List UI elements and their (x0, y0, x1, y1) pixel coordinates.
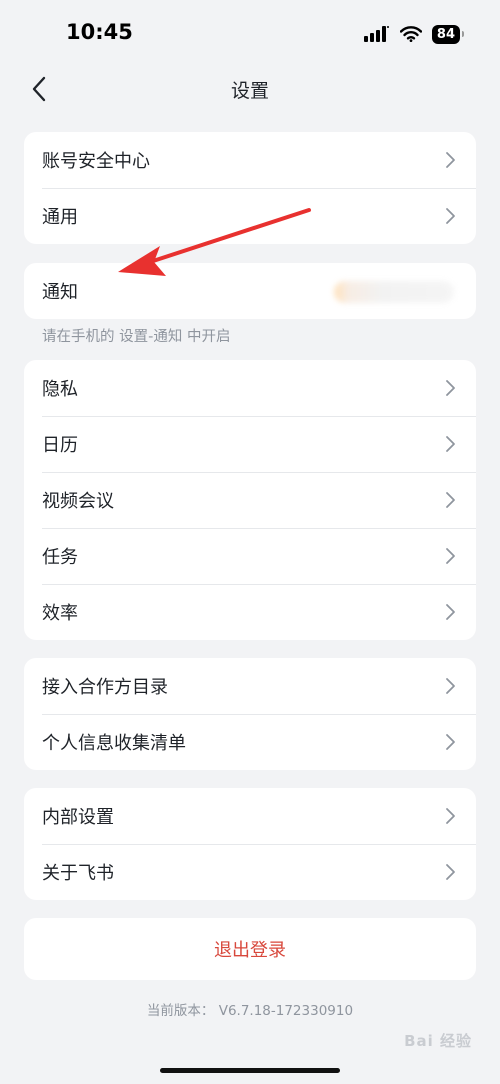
chevron-right-icon (446, 678, 455, 694)
settings-group-account: 账号安全中心 通用 (24, 132, 476, 244)
settings-item-efficiency[interactable]: 效率 (24, 584, 476, 640)
settings-item-label: 效率 (42, 603, 78, 624)
settings-item-calendar[interactable]: 日历 (24, 416, 476, 472)
settings-group-partners: 接入合作方目录 个人信息收集清单 (24, 658, 476, 770)
settings-item-personal-info-list[interactable]: 个人信息收集清单 (24, 714, 476, 770)
chevron-right-icon (446, 436, 455, 452)
chevron-right-icon (446, 208, 455, 224)
settings-item-label: 隐私 (42, 379, 78, 400)
nav-bar: 设置 (0, 64, 500, 114)
settings-item-account-security[interactable]: 账号安全中心 (24, 132, 476, 188)
settings-item-label: 视频会议 (42, 491, 114, 512)
chevron-right-icon (446, 808, 455, 824)
settings-group-notification: 通知 (24, 263, 476, 319)
wifi-icon (399, 26, 422, 42)
settings-item-partner-directory[interactable]: 接入合作方目录 (24, 658, 476, 714)
settings-item-general[interactable]: 通用 (24, 188, 476, 244)
settings-item-privacy[interactable]: 隐私 (24, 360, 476, 416)
settings-item-label: 内部设置 (42, 807, 114, 828)
settings-item-label: 接入合作方目录 (42, 677, 168, 698)
version-label: 当前版本： V6.7.18-172330910 (146, 1003, 354, 1019)
chevron-right-icon (446, 380, 455, 396)
watermark: Bai 经验 (404, 1032, 472, 1050)
settings-item-notification[interactable]: 通知 (24, 263, 476, 319)
settings-item-label: 关于飞书 (42, 863, 114, 884)
settings-item-internal-settings[interactable]: 内部设置 (24, 788, 476, 844)
settings-item-label: 个人信息收集清单 (42, 733, 186, 754)
settings-item-label: 通用 (42, 207, 78, 228)
status-icons: 84 (363, 22, 465, 46)
settings-group-features: 隐私 日历 视频会议 任务 效率 (24, 360, 476, 640)
chevron-right-icon (446, 492, 455, 508)
status-time: 10:45 (66, 20, 133, 44)
battery-indicator: 84 (431, 24, 465, 44)
logout-button[interactable]: 退出登录 (24, 918, 476, 980)
cellular-signal-icon (363, 26, 389, 42)
chevron-right-icon (446, 604, 455, 620)
settings-item-video-meeting[interactable]: 视频会议 (24, 472, 476, 528)
settings-item-label: 任务 (42, 547, 78, 568)
settings-item-label: 通知 (42, 282, 78, 303)
settings-item-tasks[interactable]: 任务 (24, 528, 476, 584)
settings-item-about[interactable]: 关于飞书 (24, 844, 476, 900)
notification-hint: 请在手机的 设置-通知 中开启 (42, 329, 231, 345)
chevron-right-icon (446, 548, 455, 564)
home-indicator (160, 1068, 340, 1073)
chevron-right-icon (446, 734, 455, 750)
chevron-right-icon (446, 864, 455, 880)
notification-toggle[interactable] (334, 281, 454, 303)
status-bar: 10:45 84 (0, 0, 500, 64)
settings-group-about: 内部设置 关于飞书 (24, 788, 476, 900)
chevron-right-icon (446, 152, 455, 168)
page-title: 设置 (230, 80, 269, 102)
settings-item-label: 账号安全中心 (42, 151, 150, 172)
settings-item-label: 日历 (42, 435, 78, 456)
